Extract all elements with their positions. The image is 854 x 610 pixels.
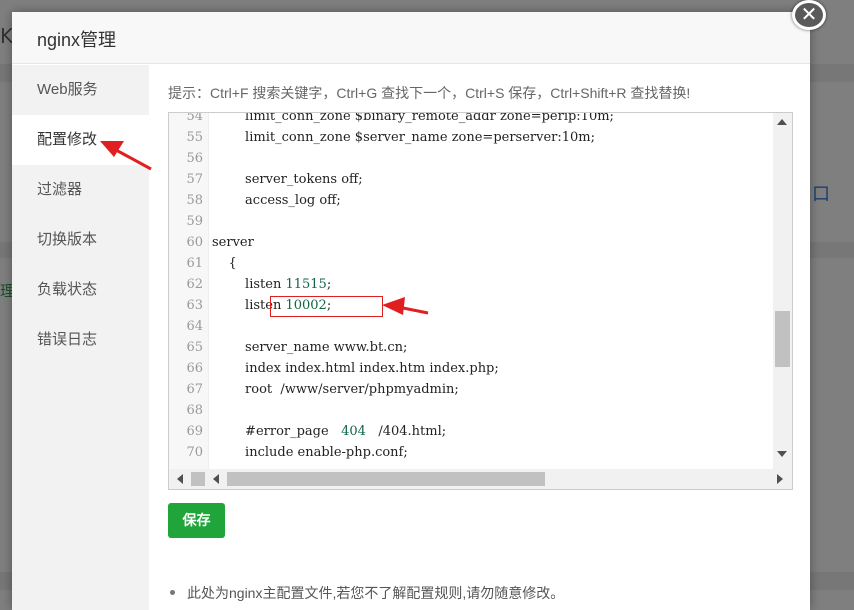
line-number: 64: [186, 319, 203, 334]
code-segment: root /www/server/phpmyadmin;: [212, 382, 459, 397]
code-segment: ;: [326, 277, 332, 292]
code-segment: listen: [212, 277, 286, 292]
code-text: root /www/server/phpmyadmin;: [212, 379, 459, 400]
line-number: 61: [186, 256, 203, 271]
line-number: 70: [186, 445, 203, 460]
code-text: listen 11515;: [212, 274, 331, 295]
nginx-manager-dialog: nginx管理 Web服务 配置修改 过滤器 切换版本 负载状态 错误日志 提示…: [12, 12, 810, 610]
line-number: 65: [186, 340, 203, 355]
code-segment: server: [212, 235, 254, 250]
code-line[interactable]: 54 limit_conn_zone $binary_remote_addr z…: [169, 113, 773, 127]
code-text: #error_page 404 /404.html;: [212, 421, 446, 442]
code-text: include enable-php.conf;: [212, 442, 408, 463]
config-note: 此处为nginx主配置文件,若您不了解配置规则,请勿随意修改。: [168, 583, 564, 603]
code-line[interactable]: 67 root /www/server/phpmyadmin;: [169, 379, 773, 400]
code-segment: include enable-php.conf;: [212, 445, 408, 460]
vertical-scroll-thumb[interactable]: [775, 311, 790, 367]
sidebar: Web服务 配置修改 过滤器 切换版本 负载状态 错误日志: [12, 65, 149, 610]
line-number: 67: [186, 382, 203, 397]
dialog-header: nginx管理: [12, 12, 810, 64]
line-number: 68: [186, 403, 203, 418]
code-text: {: [212, 253, 237, 274]
code-text: limit_conn_zone $binary_remote_addr zone…: [212, 113, 614, 127]
code-line[interactable]: 69 #error_page 404 /404.html;: [169, 421, 773, 442]
code-segment: {: [212, 256, 237, 271]
scroll-right-icon[interactable]: [777, 474, 783, 484]
code-text: limit_conn_zone $server_name zone=perser…: [212, 127, 595, 148]
code-text: index index.html index.htm index.php;: [212, 358, 499, 379]
line-number: 56: [186, 151, 203, 166]
vertical-scrollbar[interactable]: [773, 113, 792, 469]
horizontal-scroll-thumb[interactable]: [227, 472, 545, 486]
scroll-left-icon[interactable]: [213, 474, 219, 484]
line-number: 63: [186, 298, 203, 313]
code-line[interactable]: 60 server: [169, 232, 773, 253]
line-number: 62: [186, 277, 203, 292]
code-segment: index index.html index.htm index.php;: [212, 361, 499, 376]
code-number: 11515: [285, 277, 327, 292]
code-line[interactable]: 56: [169, 148, 773, 169]
line-number: 66: [186, 361, 203, 376]
shortcut-hint: 提示：Ctrl+F 搜索关键字，Ctrl+G 查找下一个，Ctrl+S 保存，C…: [168, 85, 691, 101]
code-line[interactable]: 63 listen 10002;: [169, 295, 773, 316]
config-editor[interactable]: 54 limit_conn_zone $binary_remote_addr z…: [168, 112, 793, 490]
code-area[interactable]: 54 limit_conn_zone $binary_remote_addr z…: [169, 113, 773, 469]
code-segment: #error_page: [212, 424, 342, 439]
sidebar-item-filter[interactable]: 过滤器: [12, 165, 149, 215]
code-segment: server_tokens off;: [212, 172, 363, 187]
close-icon[interactable]: ✕: [792, 0, 826, 30]
code-text: server_name www.bt.cn;: [212, 337, 407, 358]
line-number: 60: [186, 235, 203, 250]
code-line[interactable]: 68: [169, 400, 773, 421]
dialog-title: nginx管理: [37, 30, 117, 50]
code-line[interactable]: 57 server_tokens off;: [169, 169, 773, 190]
code-number: 404: [341, 424, 366, 439]
scroll-down-icon[interactable]: [777, 451, 787, 457]
code-segment: limit_conn_zone $server_name zone=perser…: [212, 130, 596, 145]
gutter-scroll-thumb: [191, 472, 205, 486]
sidebar-item-switch-version[interactable]: 切换版本: [12, 215, 149, 265]
line-number: 58: [186, 193, 203, 208]
sidebar-item-load-status[interactable]: 负载状态: [12, 265, 149, 315]
code-line[interactable]: 70 include enable-php.conf;: [169, 442, 773, 463]
code-line[interactable]: 55 limit_conn_zone $server_name zone=per…: [169, 127, 773, 148]
line-number: 55: [186, 130, 203, 145]
code-segment: /404.html;: [365, 424, 447, 439]
config-note-text: 此处为nginx主配置文件,若您不了解配置规则,请勿随意修改。: [187, 585, 565, 601]
code-segment: access_log off;: [212, 193, 341, 208]
code-line[interactable]: 61 {: [169, 253, 773, 274]
save-button[interactable]: 保存: [168, 503, 225, 538]
line-number: 57: [186, 172, 203, 187]
code-line[interactable]: 58 access_log off;: [169, 190, 773, 211]
sidebar-item-web-service[interactable]: Web服务: [12, 65, 149, 115]
code-line[interactable]: 62 listen 11515;: [169, 274, 773, 295]
code-segment: server_name www.bt.cn;: [212, 340, 408, 355]
code-text: server: [212, 232, 254, 253]
code-line[interactable]: 64: [169, 316, 773, 337]
annotation-highlight-box: [270, 296, 383, 317]
line-number: 69: [186, 424, 203, 439]
line-number: 59: [186, 214, 203, 229]
background-text: 口: [812, 184, 830, 205]
line-number: 54: [186, 113, 203, 124]
horizontal-scrollbar[interactable]: [169, 469, 792, 489]
code-line[interactable]: 59: [169, 211, 773, 232]
sidebar-item-error-log[interactable]: 错误日志: [12, 315, 149, 365]
code-line[interactable]: 65 server_name www.bt.cn;: [169, 337, 773, 358]
code-segment: limit_conn_zone $binary_remote_addr zone…: [212, 113, 614, 124]
code-text: server_tokens off;: [212, 169, 363, 190]
code-line[interactable]: 66 index index.html index.htm index.php;: [169, 358, 773, 379]
bullet-icon: [170, 590, 175, 596]
code-text: access_log off;: [212, 190, 341, 211]
scroll-left-icon[interactable]: [177, 474, 183, 484]
scroll-up-icon[interactable]: [777, 119, 787, 125]
sidebar-item-config-edit[interactable]: 配置修改: [12, 115, 149, 165]
